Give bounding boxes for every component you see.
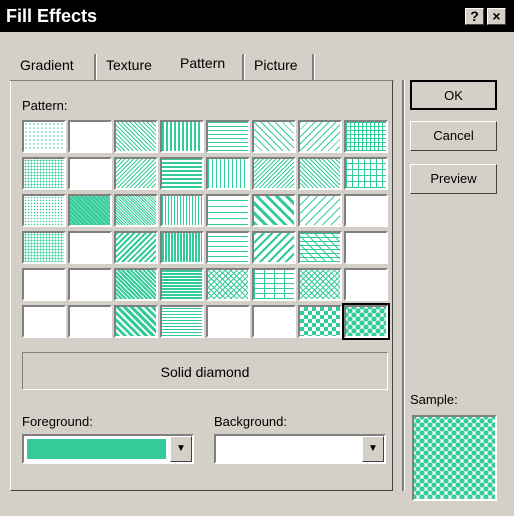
- pattern-swatch[interactable]: [22, 231, 66, 264]
- pattern-label: Pattern:: [22, 98, 68, 113]
- pattern-swatch[interactable]: [252, 268, 296, 301]
- pattern-swatch[interactable]: [298, 120, 342, 153]
- tab-texture[interactable]: Texture: [100, 50, 158, 78]
- tab-pattern[interactable]: Pattern: [174, 48, 231, 76]
- sample-preview: [412, 415, 497, 501]
- pattern-swatch[interactable]: [252, 231, 296, 264]
- pattern-swatch[interactable]: [298, 268, 342, 301]
- pattern-swatch[interactable]: [160, 120, 204, 153]
- background-color-swatch: [219, 439, 358, 459]
- pattern-swatch[interactable]: [252, 194, 296, 227]
- pattern-swatch[interactable]: [160, 157, 204, 190]
- pattern-swatch[interactable]: [206, 305, 250, 338]
- pattern-swatch[interactable]: [344, 194, 388, 227]
- pattern-swatch[interactable]: [298, 194, 342, 227]
- pattern-swatch[interactable]: [344, 268, 388, 301]
- foreground-label: Foreground:: [22, 414, 93, 429]
- fill-effects-dialog: Fill Effects ? × Gradient Texture Patter…: [0, 0, 514, 516]
- pattern-swatch[interactable]: [206, 268, 250, 301]
- pattern-swatch[interactable]: [68, 231, 112, 264]
- tab-separator: [94, 54, 97, 80]
- pattern-swatch[interactable]: [22, 120, 66, 153]
- pattern-swatch[interactable]: [68, 305, 112, 338]
- pattern-swatch[interactable]: [22, 157, 66, 190]
- help-button[interactable]: ?: [465, 8, 484, 25]
- pattern-swatch[interactable]: [22, 305, 66, 338]
- pattern-swatch[interactable]: [252, 157, 296, 190]
- pattern-swatch[interactable]: [298, 231, 342, 264]
- pattern-swatch[interactable]: [342, 303, 390, 340]
- pattern-swatch[interactable]: [160, 268, 204, 301]
- tab-separator: [312, 54, 315, 80]
- chevron-down-icon[interactable]: ▼: [170, 436, 192, 462]
- ok-button[interactable]: OK: [410, 80, 497, 110]
- window-title: Fill Effects: [6, 6, 98, 26]
- cancel-button[interactable]: Cancel: [410, 121, 497, 151]
- pattern-swatch[interactable]: [206, 194, 250, 227]
- pattern-swatch[interactable]: [160, 194, 204, 227]
- pattern-swatch[interactable]: [68, 120, 112, 153]
- foreground-color-dropdown[interactable]: ▼: [22, 434, 194, 464]
- foreground-color-swatch: [27, 439, 166, 459]
- pattern-swatch[interactable]: [298, 305, 342, 338]
- pattern-swatch[interactable]: [160, 231, 204, 264]
- pattern-swatch[interactable]: [252, 120, 296, 153]
- pattern-swatch[interactable]: [160, 305, 204, 338]
- tab-separator: [242, 54, 245, 80]
- close-button[interactable]: ×: [487, 8, 506, 25]
- pattern-swatch[interactable]: [68, 157, 112, 190]
- background-color-dropdown[interactable]: ▼: [214, 434, 386, 464]
- background-label: Background:: [214, 414, 287, 429]
- pattern-name-display: Solid diamond: [22, 352, 388, 390]
- tab-gradient[interactable]: Gradient: [14, 50, 80, 78]
- pattern-swatch[interactable]: [68, 268, 112, 301]
- pattern-swatch[interactable]: [206, 120, 250, 153]
- title-bar[interactable]: Fill Effects ? ×: [0, 0, 514, 32]
- vertical-divider: [402, 80, 405, 491]
- tab-picture[interactable]: Picture: [248, 50, 304, 78]
- chevron-down-icon[interactable]: ▼: [362, 436, 384, 462]
- preview-button[interactable]: Preview: [410, 164, 497, 194]
- pattern-swatch[interactable]: [114, 194, 158, 227]
- pattern-swatch[interactable]: [298, 157, 342, 190]
- pattern-swatch[interactable]: [344, 120, 388, 153]
- pattern-swatch[interactable]: [22, 194, 66, 227]
- sample-label: Sample:: [410, 392, 458, 407]
- pattern-swatch[interactable]: [206, 231, 250, 264]
- pattern-swatch[interactable]: [22, 268, 66, 301]
- pattern-swatch[interactable]: [114, 231, 158, 264]
- pattern-swatch[interactable]: [206, 157, 250, 190]
- pattern-swatch[interactable]: [114, 305, 158, 338]
- pattern-swatch[interactable]: [114, 157, 158, 190]
- pattern-swatch[interactable]: [68, 194, 112, 227]
- pattern-swatch[interactable]: [344, 231, 388, 264]
- pattern-swatch[interactable]: [114, 120, 158, 153]
- pattern-swatch[interactable]: [252, 305, 296, 338]
- pattern-swatch[interactable]: [114, 268, 158, 301]
- pattern-swatch[interactable]: [344, 157, 388, 190]
